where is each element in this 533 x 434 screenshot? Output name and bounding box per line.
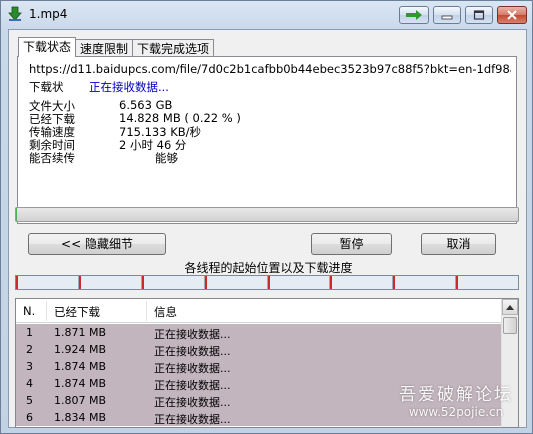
file-size-value: 6.563 GB [119,98,173,112]
thread-segment [267,276,331,289]
status-panel: https://d11.baidupcs.com/file/7d0c2b1caf… [17,56,517,224]
close-icon [498,7,526,23]
watermark-url: www.52pojie.cn [408,405,504,419]
row-downloaded: 1.834 MB [54,411,107,424]
tab-completion-options[interactable]: 下载完成选项 [132,39,215,57]
thread-segment [204,276,268,289]
thread-segment [141,276,205,289]
thread-progress-mark [141,276,144,289]
thread-progress-mark [16,276,18,289]
column-divider[interactable] [146,301,147,321]
maximize-icon [466,7,492,23]
table-row[interactable]: 3 1.874 MB 正在接收数据... [16,358,501,375]
thread-segment [456,276,518,289]
row-downloaded: 1.807 MB [54,394,107,407]
row-info: 正在接收数据... [154,413,231,426]
hide-details-button[interactable]: << 隐藏细节 [28,233,166,255]
maximize-button[interactable] [465,6,493,24]
download-app-icon [7,6,23,22]
row-downloaded: 1.871 MB [54,326,107,339]
scrollbar-thumb[interactable] [503,317,517,334]
thread-progress-bar [15,275,519,290]
column-info[interactable]: 信息 [154,304,177,320]
thread-progress-mark [393,276,396,289]
row-info: 正在接收数据... [154,396,231,409]
row-downloaded: 1.924 MB [54,343,107,356]
downloaded-value: 14.828 MB ( 0.22 % ) [119,111,241,125]
watermark-title: 吾爱破解论坛 [399,385,513,405]
row-number: 2 [26,343,33,356]
tab-speed-limit[interactable]: 速度限制 [75,39,134,57]
pause-button[interactable]: 暂停 [311,233,392,255]
client-area: 下载状态 速度限制 下载完成选项 https://d11.baidupcs.co… [8,29,527,428]
title-bar[interactable]: 1.mp4 [1,1,532,29]
overall-progress-fill [16,208,18,221]
thread-segment [330,276,394,289]
thread-segment [393,276,457,289]
status-label: 下载状 [29,80,64,94]
row-number: 6 [26,411,33,424]
thread-progress-title: 各线程的起始位置以及下载进度 [184,261,353,275]
row-number: 4 [26,377,33,390]
thread-progress-mark [267,276,270,289]
close-button[interactable] [497,6,527,24]
thread-progress-mark [78,276,81,289]
window-title: 1.mp4 [29,7,68,21]
row-downloaded: 1.874 MB [54,360,107,373]
thread-list-header: N. 已经下载 信息 [16,299,501,323]
thread-progress-mark [330,276,333,289]
table-row[interactable]: 1 1.871 MB 正在接收数据... [16,324,501,341]
row-number: 3 [26,360,33,373]
overall-progress-bar [15,207,519,222]
row-info: 正在接收数据... [154,345,231,358]
arrow-right-icon [400,7,428,23]
minimize-button[interactable] [433,6,461,24]
row-number: 5 [26,394,33,407]
thread-progress-mark [204,276,207,289]
column-downloaded[interactable]: 已经下载 [54,304,100,320]
row-info: 正在接收数据... [154,362,231,375]
tab-strip: 下载状态 速度限制 下载完成选项 [18,37,215,57]
row-downloaded: 1.874 MB [54,377,107,390]
resume-label: 能否续传 [29,151,75,165]
thread-segment [16,276,79,289]
row-info: 正在接收数据... [154,379,231,392]
cancel-button[interactable]: 取消 [421,233,496,255]
scroll-up-button[interactable] [502,299,518,315]
minimize-icon [434,7,460,23]
download-window: 1.mp4 下载状态 速度限制 下载完成选项 https://d11.baidu… [0,0,533,434]
status-value: 正在接收数据... [89,80,169,94]
table-row[interactable]: 2 1.924 MB 正在接收数据... [16,341,501,358]
column-number[interactable]: N. [23,304,35,318]
row-info: 正在接收数据... [154,328,231,341]
send-to-tray-button[interactable] [399,6,429,24]
download-url: https://d11.baidupcs.com/file/7d0c2b1caf… [29,62,511,76]
row-number: 1 [26,326,33,339]
thread-segment [78,276,142,289]
tab-download-status[interactable]: 下载状态 [18,37,77,57]
column-divider[interactable] [46,301,47,321]
resume-value: 能够 [155,151,178,165]
watermark: 吾爱破解论坛 www.52pojie.cn [396,380,516,419]
thread-progress-mark [456,276,459,289]
chevron-up-icon [506,304,514,310]
